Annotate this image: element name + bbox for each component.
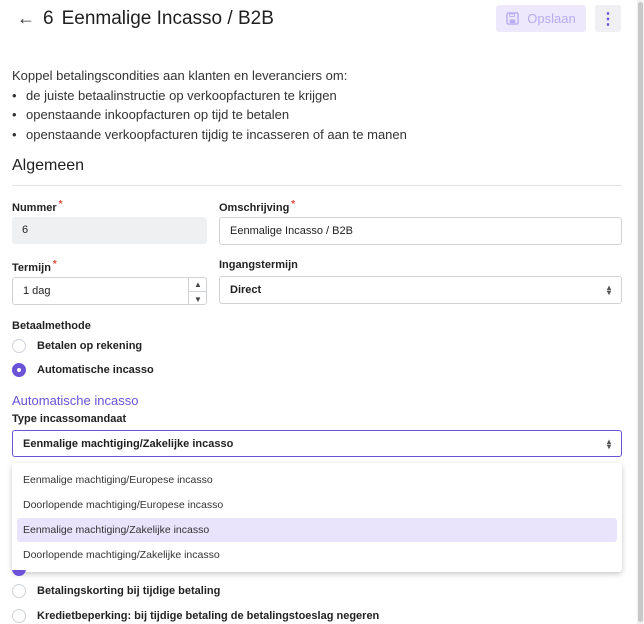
intro-lead: Koppel betalingscondities aan klanten en…	[12, 68, 348, 83]
save-button-label: Opslaan	[527, 11, 576, 26]
required-mark: *	[58, 199, 63, 210]
radio-label: Betalen op rekening	[37, 340, 143, 352]
description-value: Eenmalige Incasso / B2B	[230, 225, 353, 237]
required-mark: *	[291, 199, 296, 210]
checkbox-early-payment-discount[interactable]: Betalingskorting bij tijdige betaling	[12, 584, 220, 598]
scrollbar-thumb[interactable]	[638, 2, 643, 622]
intro-text: Koppel betalingscondities aan klanten en…	[12, 66, 407, 144]
start-term-select[interactable]: Direct ▴ ▾	[219, 276, 622, 304]
required-mark: *	[52, 259, 57, 270]
mandate-type-dropdown: Eenmalige machtiging/Europese incasso Do…	[12, 463, 622, 572]
start-term-value: Direct	[230, 284, 262, 296]
term-stepper-buttons[interactable]: ▲ ▼	[188, 277, 207, 305]
checkbox-credit-limit[interactable]: Kredietbeperking: bij tijdige betaling d…	[12, 609, 379, 623]
radio-button[interactable]	[12, 339, 26, 353]
list-item: openstaande verkoopfacturen tijdig te in…	[12, 125, 407, 145]
select-caret-icon: ▴ ▾	[606, 283, 611, 297]
mandate-type-select[interactable]: Eenmalige machtiging/Zakelijke incasso ▴…	[12, 430, 622, 457]
number-label: Nummer *	[12, 199, 63, 214]
list-item-text: openstaande inkoopfacturen op tijd te be…	[26, 107, 290, 122]
radio-label: Automatische incasso	[37, 364, 154, 376]
page-header: ← 6 Eenmalige Incasso / B2B Opslaan ⋮	[0, 0, 644, 40]
save-icon	[506, 12, 520, 25]
dropdown-option[interactable]: Eenmalige machtiging/Europese incasso	[17, 468, 617, 492]
term-label: Termijn *	[12, 259, 57, 274]
radio-button[interactable]	[12, 363, 26, 377]
radio-button[interactable]	[12, 584, 26, 598]
term-stepper[interactable]: 1 dag	[12, 277, 207, 305]
radio-direct-debit[interactable]: Automatische incasso	[12, 363, 154, 377]
start-term-label: Ingangstermijn	[219, 259, 298, 271]
section-title-general: Algemeen	[12, 157, 85, 174]
term-label-text: Termijn	[12, 262, 51, 274]
number-label-text: Nummer	[12, 202, 57, 214]
list-item-text: openstaande verkoopfacturen tijdig te in…	[26, 126, 407, 142]
list-item: openstaande inkoopfacturen op tijd te be…	[12, 105, 407, 125]
save-button[interactable]: Opslaan	[496, 5, 586, 32]
page-title-number: 6	[43, 8, 54, 29]
option-label: Betalingskorting bij tijdige betaling	[37, 585, 221, 597]
mandate-type-value: Eenmalige machtiging/Zakelijke incasso	[23, 437, 234, 450]
divider	[12, 185, 622, 186]
radio-button[interactable]	[12, 609, 26, 623]
intro-list: de juiste betaalinstructie op verkoopfac…	[12, 86, 407, 145]
dropdown-option[interactable]: Doorlopende machtiging/Zakelijke incasso	[17, 543, 617, 567]
radio-button[interactable]	[12, 570, 26, 576]
scrollbar[interactable]	[637, 0, 644, 624]
payment-method-label: Betaalmethode	[12, 320, 91, 332]
term-value: 1 dag	[23, 285, 51, 297]
description-label: Omschrijving *	[219, 199, 295, 214]
dropdown-option[interactable]: Doorlopende machtiging/Europese incasso	[17, 493, 617, 517]
section-title-direct-debit: Automatische incasso	[12, 393, 139, 408]
radio-pay-on-account[interactable]: Betalen op rekening	[12, 339, 142, 353]
description-label-text: Omschrijving	[219, 202, 290, 214]
number-field: 6	[12, 217, 207, 244]
description-field[interactable]: Eenmalige Incasso / B2B	[219, 217, 622, 245]
kebab-menu-icon[interactable]: ⋮	[595, 5, 621, 32]
chevron-down-icon[interactable]: ▼	[189, 292, 207, 306]
dropdown-option-selected[interactable]: Eenmalige machtiging/Zakelijke incasso	[17, 518, 617, 542]
page-title: 6 Eenmalige Incasso / B2B	[43, 8, 274, 30]
chevron-up-icon[interactable]: ▲	[189, 277, 207, 292]
page-title-text: Eenmalige Incasso / B2B	[61, 8, 274, 29]
list-item: de juiste betaalinstructie op verkoopfac…	[12, 86, 407, 106]
option-label: Kredietbeperking: bij tijdige betaling d…	[37, 610, 380, 622]
list-item-text: de juiste betaalinstructie op verkoopfac…	[26, 87, 337, 103]
mandate-type-label: Type incassomandaat	[12, 413, 127, 425]
select-caret-icon: ▴ ▾	[606, 436, 611, 451]
arrow-left-icon[interactable]: ←	[17, 8, 35, 29]
